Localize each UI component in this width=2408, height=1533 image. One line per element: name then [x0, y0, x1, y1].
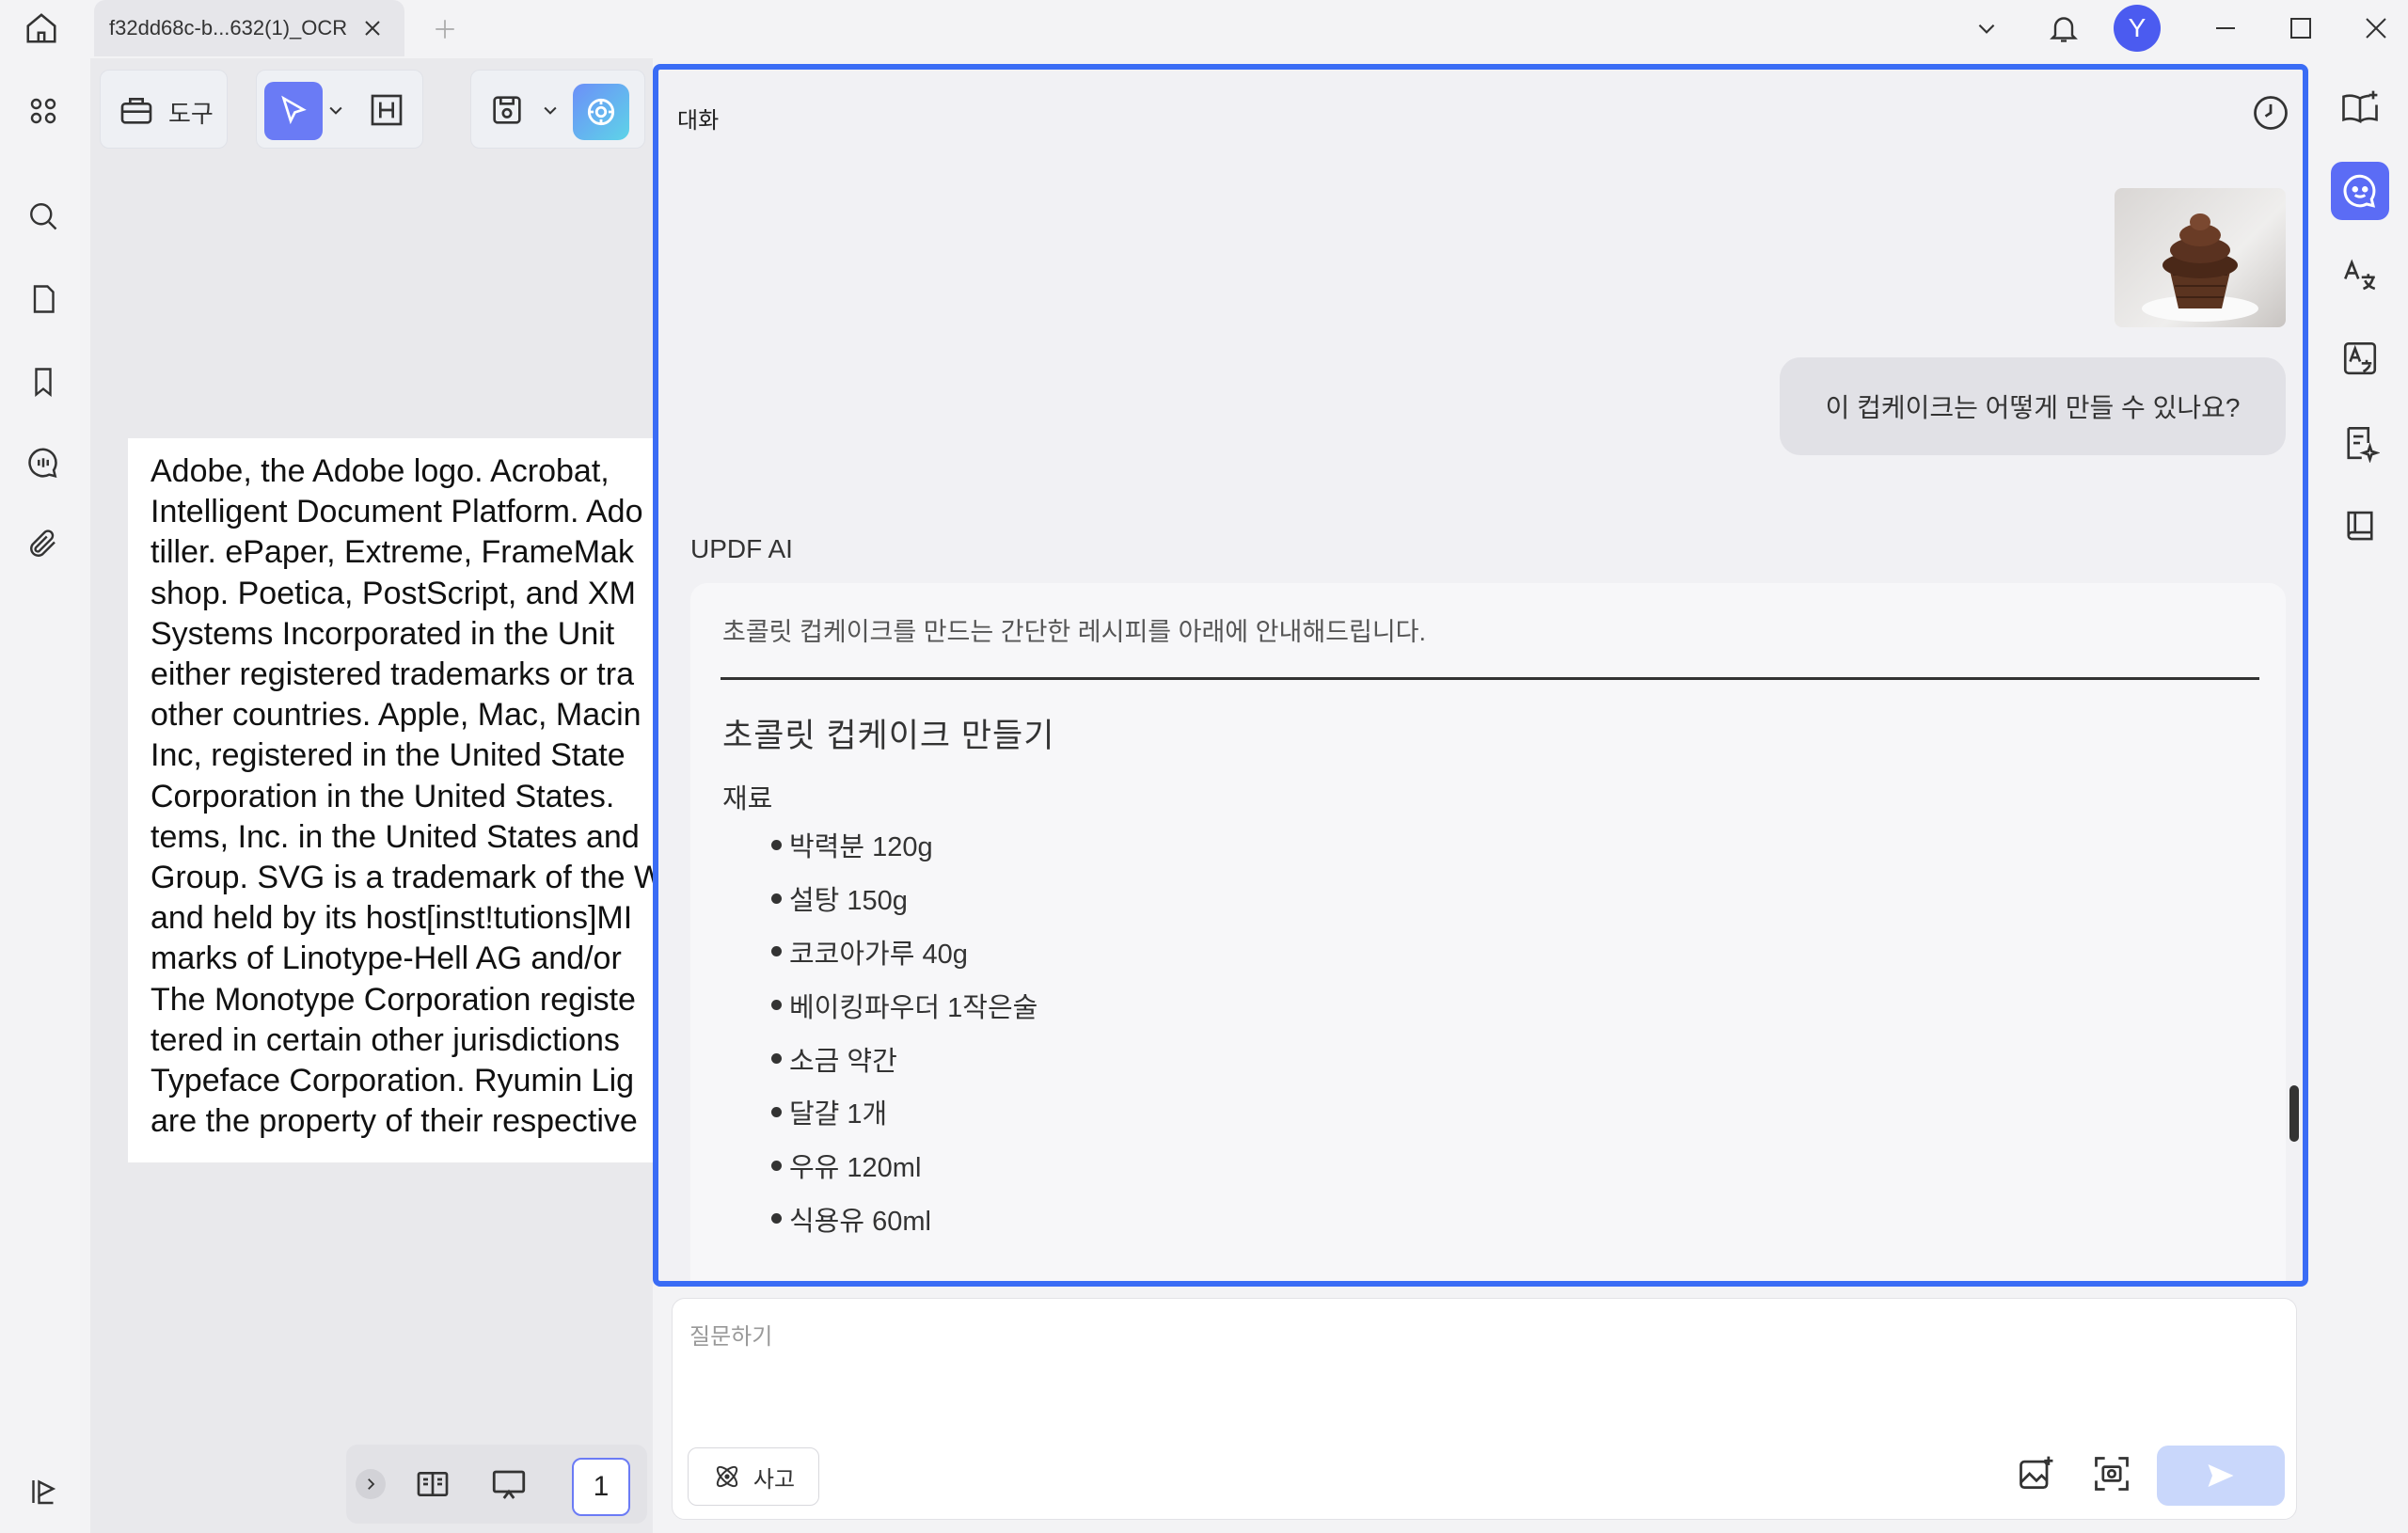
list-item: 설탕 150g	[771, 872, 1038, 925]
tab-title: f32dd68c-b...632(1)_OCR	[109, 16, 348, 40]
doc-line: Group. SVG is a trademark of the W	[150, 860, 655, 896]
select-tool-group	[256, 70, 423, 149]
question-input[interactable]: 질문하기 사고	[672, 1298, 2297, 1520]
doc-line: Typeface Corporation. Ryumin Lig	[150, 1063, 635, 1099]
history-icon[interactable]	[2250, 92, 2291, 134]
ai-chat-icon[interactable]	[2331, 162, 2389, 220]
user-message: 이 컵케이크는 어떻게 만들 수 있나요?	[1780, 357, 2286, 455]
cursor-dropdown-icon[interactable]	[326, 101, 345, 119]
summarize-icon[interactable]	[2331, 414, 2389, 472]
doc-line: Adobe, the Adobe logo. Acrobat,	[150, 453, 610, 489]
screenshot-icon[interactable]	[2091, 1453, 2132, 1494]
doc-line: and held by its host[inst!tutions]MI	[150, 900, 633, 937]
atom-icon	[712, 1462, 742, 1492]
translate-icon[interactable]	[2331, 246, 2389, 305]
list-item: 소금 약간	[771, 1032, 1038, 1085]
page-layout-icon[interactable]	[414, 1465, 452, 1503]
send-icon	[2204, 1459, 2238, 1493]
maximize-icon[interactable]	[2284, 11, 2318, 45]
search-icon[interactable]	[23, 196, 64, 237]
avatar[interactable]: Y	[2114, 5, 2161, 52]
send-button[interactable]	[2157, 1446, 2285, 1506]
doc-line: Corporation in the United States.	[150, 778, 615, 814]
new-tab-icon[interactable]	[429, 13, 461, 45]
export-tool-group	[470, 70, 645, 149]
save-dropdown-icon[interactable]	[541, 101, 560, 119]
expand-icon[interactable]	[356, 1469, 386, 1499]
ai-name-label: UPDF AI	[690, 534, 793, 563]
list-item: 우유 120ml	[771, 1139, 1038, 1193]
document-toolbar: 도구	[90, 70, 653, 150]
layers-icon[interactable]	[23, 1471, 64, 1512]
page-navigation-bar: 1	[346, 1445, 647, 1524]
comment-icon[interactable]	[23, 442, 64, 483]
list-item: 박력분 120g	[771, 818, 1038, 872]
bookmark-icon[interactable]	[23, 361, 64, 403]
page-number-input[interactable]: 1	[572, 1458, 630, 1516]
ingredient-list: 박력분 120g 설탕 150g 코코아가루 40g 베이킹파우더 1작은술 소…	[771, 818, 1038, 1245]
attachment-icon[interactable]	[23, 523, 64, 564]
left-rail	[0, 58, 87, 1533]
ocr-translate-icon[interactable]	[2331, 329, 2389, 387]
document-tab[interactable]: f32dd68c-b...632(1)_OCR	[94, 0, 404, 56]
bell-icon[interactable]	[2043, 8, 2084, 49]
list-item: 달걀 1개	[771, 1085, 1038, 1139]
doc-line: The Monotype Corporation registe	[150, 981, 636, 1018]
grid-icon[interactable]	[23, 90, 64, 132]
text-box-icon[interactable]	[368, 91, 405, 129]
ai-response: 초콜릿 컵케이크를 만드는 간단한 레시피를 아래에 안내해드립니다. 초콜릿 …	[690, 583, 2286, 1281]
home-icon[interactable]	[21, 8, 62, 49]
chat-title: 대화	[677, 108, 720, 134]
doc-line: tems, Inc. in the United States and	[150, 818, 640, 855]
ingredients-subheading: 재료	[722, 784, 773, 814]
doc-line: tered in certain other jurisdictions	[150, 1021, 620, 1058]
doc-line: other countries. Apple, Mac, Macin	[150, 697, 642, 734]
doc-line: tiller. ePaper, Extreme, FrameMak	[150, 534, 634, 571]
ai-assistant-icon[interactable]	[573, 84, 629, 140]
minimize-icon[interactable]	[2209, 11, 2242, 45]
document-text: Adobe, the Adobe logo. Acrobat, Intellige…	[150, 451, 655, 1142]
doc-line: either registered trademarks or tra	[150, 656, 634, 693]
close-tab-icon[interactable]	[361, 17, 384, 40]
book-icon[interactable]	[2331, 497, 2389, 555]
recipe-heading: 초콜릿 컵케이크 만들기	[722, 718, 1055, 754]
document-page: Adobe, the Adobe logo. Acrobat, Intellige…	[128, 438, 655, 1162]
cupcake-image	[2115, 188, 2286, 327]
tools-label: 도구	[168, 100, 214, 128]
chat-panel: 대화 이 컵케이크는 어떻게 만들 수 있나요? UPDF AI 초콜릿 컵케이…	[653, 64, 2308, 1287]
doc-line: marks of Linotype-Hell AG and/or	[150, 940, 622, 977]
right-rail	[2314, 58, 2408, 1533]
presentation-icon[interactable]	[489, 1465, 529, 1505]
list-item: 베이킹파우더 1작은술	[771, 978, 1038, 1032]
doc-line: Intelligent Document Platform. Ado	[150, 494, 643, 530]
tools-button[interactable]: 도구	[100, 70, 228, 149]
think-label: 사고	[752, 1466, 796, 1493]
doc-line: Inc, registered in the United State	[150, 737, 626, 774]
ai-intro-text: 초콜릿 컵케이크를 만드는 간단한 레시피를 아래에 안내해드립니다.	[722, 618, 1427, 646]
title-bar: f32dd68c-b...632(1)_OCR Y	[0, 0, 2408, 58]
close-window-icon[interactable]	[2359, 11, 2393, 45]
ai-read-icon[interactable]	[2331, 79, 2389, 137]
divider	[721, 677, 2259, 680]
list-item: 코코아가루 40g	[771, 925, 1038, 979]
doc-line: are the property of their respective	[150, 1103, 638, 1140]
input-placeholder: 질문하기	[689, 1324, 773, 1350]
save-icon[interactable]	[488, 91, 526, 129]
image-upload-icon[interactable]	[2016, 1453, 2057, 1494]
doc-line: shop. Poetica, PostScript, and XM	[150, 575, 636, 611]
cursor-icon[interactable]	[264, 82, 323, 140]
scrollbar-thumb[interactable]	[2289, 1085, 2299, 1142]
list-item: 식용유 60ml	[771, 1193, 1038, 1246]
think-button[interactable]: 사고	[688, 1447, 819, 1506]
doc-line: Systems Incorporated in the Unit	[150, 615, 615, 652]
toolbox-icon	[118, 91, 155, 129]
page-icon[interactable]	[23, 278, 64, 320]
chevron-down-icon[interactable]	[1970, 11, 2004, 45]
